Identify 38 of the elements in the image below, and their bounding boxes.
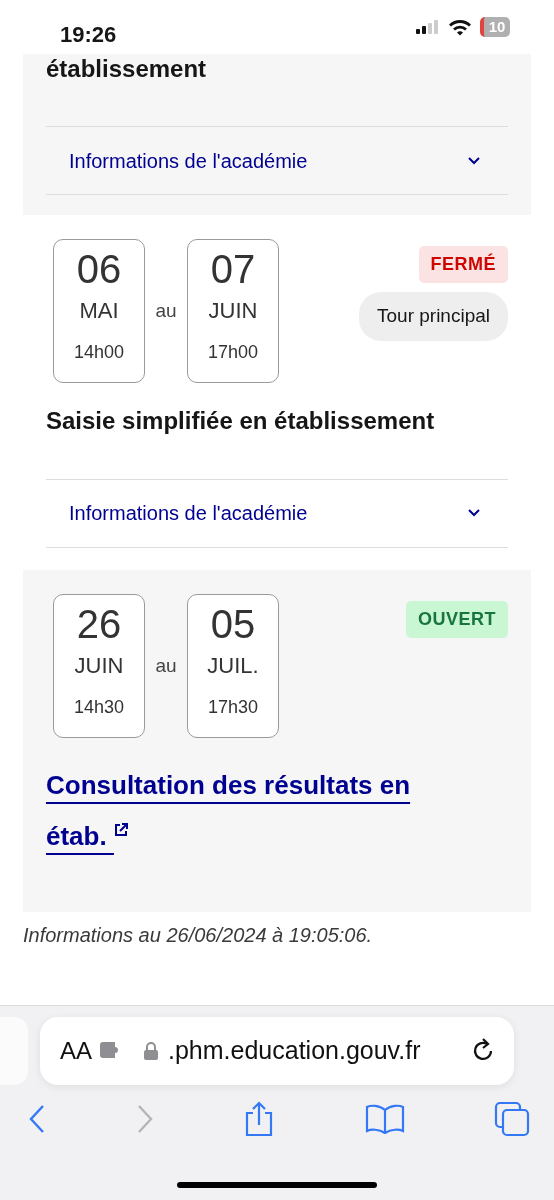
date-separator: au xyxy=(154,653,178,678)
lock-icon xyxy=(144,1042,158,1060)
chevron-down-icon xyxy=(468,509,480,518)
date-month: JUIN xyxy=(73,651,125,680)
section-title: établissement xyxy=(46,57,208,81)
back-icon[interactable] xyxy=(28,1104,46,1134)
tag: Tour principal xyxy=(359,292,508,341)
date-month: JUIN xyxy=(207,297,259,325)
chevron-down-icon xyxy=(468,156,480,165)
wifi-icon xyxy=(448,18,472,36)
tabs-icon[interactable] xyxy=(494,1101,530,1137)
date-time: 14h30 xyxy=(72,695,126,718)
date-month: JUIL. xyxy=(206,651,260,680)
date-time: 17h30 xyxy=(206,695,260,718)
book-icon[interactable] xyxy=(364,1104,405,1134)
external-link-icon xyxy=(113,822,128,837)
date-time: 17h00 xyxy=(206,341,260,363)
accordion-toggle[interactable]: Informations de l'académie xyxy=(46,126,508,195)
clock: 19:26 xyxy=(60,20,117,49)
url-text: .phm.education.gouv.fr xyxy=(168,1035,422,1067)
share-icon[interactable] xyxy=(243,1101,275,1137)
date-day: 07 xyxy=(188,246,278,292)
date-separator: au xyxy=(154,298,178,323)
status-badge: FERMÉ xyxy=(418,246,508,283)
accordion-toggle[interactable]: Informations de l'académie xyxy=(46,478,508,548)
date-day: 05 xyxy=(188,600,278,647)
date-day: 26 xyxy=(54,600,144,647)
text-size-button[interactable]: AA xyxy=(60,1033,92,1069)
signal-icon xyxy=(416,20,440,34)
date-time: 14h00 xyxy=(72,341,126,363)
section-title: Saisie simplifiée en établissement xyxy=(46,407,436,436)
update-timestamp: Informations au 26/06/2024 à 19:05:06. xyxy=(22,922,374,948)
date-day: 06 xyxy=(54,246,144,292)
battery-indicator: 10 xyxy=(480,17,510,37)
address-bar[interactable]: AA .phm.education.gouv.fr xyxy=(40,1017,514,1085)
date-month: MAI xyxy=(78,297,120,325)
status-badge: OUVERT xyxy=(406,600,508,638)
external-link[interactable]: Consultation des résultats en étab. xyxy=(46,759,466,862)
